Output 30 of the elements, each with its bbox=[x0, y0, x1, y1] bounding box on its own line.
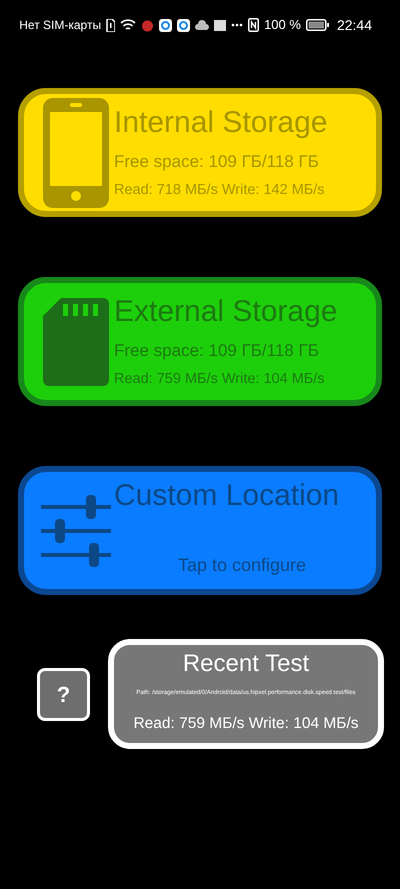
recent-test-title: Recent Test bbox=[182, 649, 310, 679]
clock-text: 22:44 bbox=[336, 16, 372, 34]
speed-text: Read: 718 МБ/s Write: 142 МБ/s bbox=[114, 181, 326, 200]
free-space-text: Free space: 109 ГБ/118 ГБ bbox=[114, 150, 320, 173]
sliders-icon bbox=[41, 494, 111, 566]
hint-text: Tap to configure bbox=[176, 554, 308, 577]
card-title: Internal Storage bbox=[114, 104, 328, 141]
battery-icon bbox=[306, 19, 329, 31]
app-icon bbox=[141, 18, 154, 32]
carrier-text: Нет SIM-карты bbox=[19, 17, 102, 34]
storage-card[interactable]: Custom Location Tap to configure bbox=[18, 466, 382, 595]
nfc-icon bbox=[248, 18, 260, 32]
phone-icon bbox=[43, 98, 109, 208]
more-icon bbox=[231, 23, 244, 27]
cloud-icon bbox=[195, 20, 210, 30]
battery-percent: 100 % bbox=[264, 16, 301, 34]
card-title: Custom Location bbox=[114, 478, 340, 514]
card-title: External Storage bbox=[114, 294, 338, 330]
help-button[interactable]: ? bbox=[37, 668, 90, 720]
sd-card-icon bbox=[43, 298, 109, 386]
speed-text: Read: 759 МБ/s Write: 104 МБ/s bbox=[133, 714, 359, 734]
storage-card[interactable]: Internal Storage Free space: 109 ГБ/118 ГБ Read: 718 МБ/s Write: 142 МБ/s bbox=[18, 88, 382, 217]
app-icon bbox=[214, 20, 226, 30]
app-icon bbox=[159, 18, 172, 32]
app-icon bbox=[177, 18, 190, 32]
sim-icon bbox=[106, 18, 116, 32]
speed-text: Read: 759 МБ/s Write: 104 МБ/s bbox=[114, 370, 326, 390]
wifi-icon bbox=[120, 18, 136, 32]
storage-card[interactable]: External Storage Free space: 109 ГБ/118 ГБ Read: 759 МБ/s Write: 104 МБ/s bbox=[18, 277, 382, 406]
free-space-text: Free space: 109 ГБ/118 ГБ bbox=[114, 340, 320, 362]
